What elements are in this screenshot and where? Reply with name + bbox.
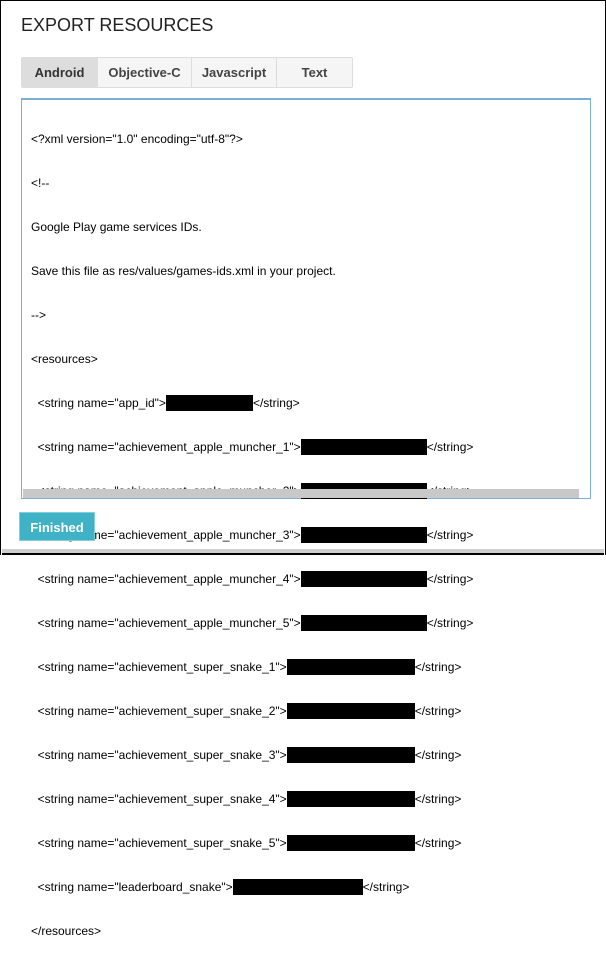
code-line: </resources>	[31, 924, 102, 938]
code-line: <string name="achievement_super_snake_5"…	[31, 835, 473, 851]
string-close: </string>	[414, 792, 462, 806]
export-dialog: EXPORT RESOURCES Android Objective-C Jav…	[0, 0, 606, 938]
code-line: <?xml version="1.0" encoding="utf-8"?>	[31, 132, 243, 146]
string-close: </string>	[414, 748, 462, 762]
finished-button[interactable]: Finished	[19, 512, 95, 541]
string-open: <string name="achievement_apple_muncher_…	[31, 616, 301, 630]
dialog-title: EXPORT RESOURCES	[21, 15, 214, 35]
bottom-divider	[2, 549, 604, 555]
code-line: <string name="leaderboard_snake"> </strin…	[31, 879, 473, 895]
redaction	[300, 439, 427, 455]
string-close: </string>	[362, 880, 410, 894]
redaction	[300, 615, 427, 631]
redaction	[300, 571, 427, 587]
redaction	[286, 747, 415, 763]
code-line: <string name="achievement_apple_muncher_…	[31, 615, 473, 631]
code-line: <string name="achievement_apple_muncher_…	[31, 571, 473, 587]
code-line: <string name="achievement_apple_muncher_…	[31, 439, 473, 455]
string-close: </string>	[426, 440, 474, 454]
code-line: <!--	[31, 176, 50, 190]
code-line: <string name="achievement_super_snake_4"…	[31, 791, 473, 807]
string-close: </string>	[414, 836, 462, 850]
string-close: </string>	[414, 704, 462, 718]
redaction	[286, 703, 415, 719]
code-line: <string name="achievement_super_snake_3"…	[31, 747, 473, 763]
string-close: </string>	[252, 396, 300, 410]
tab-android[interactable]: Android	[22, 58, 98, 87]
string-close: </string>	[426, 572, 474, 586]
string-open: <string name="achievement_apple_muncher_…	[31, 440, 301, 454]
redaction	[165, 395, 253, 411]
code-line: Google Play game services IDs.	[31, 220, 202, 234]
code-line: <string name="achievement_super_snake_2"…	[31, 703, 473, 719]
string-open: <string name="achievement_super_snake_3"…	[31, 748, 287, 762]
code-line: Save this file as res/values/games-ids.x…	[31, 264, 336, 278]
string-close: </string>	[426, 616, 474, 630]
string-open: <string name="app_id">	[31, 396, 166, 410]
code-line: <string name="achievement_super_snake_1"…	[31, 659, 473, 675]
string-open: <string name="achievement_super_snake_2"…	[31, 704, 287, 718]
code-line: <resources>	[31, 352, 98, 366]
string-open: <string name="leaderboard_snake">	[31, 880, 233, 894]
string-close: </string>	[426, 528, 474, 542]
string-close: </string>	[414, 660, 462, 674]
tab-text[interactable]: Text	[277, 58, 352, 87]
redaction	[286, 659, 415, 675]
string-open: <string name="achievement_super_snake_1"…	[31, 660, 287, 674]
string-open: <string name="achievement_super_snake_4"…	[31, 792, 287, 806]
platform-tabs: Android Objective-C Javascript Text	[21, 57, 353, 88]
string-open: <string name="achievement_super_snake_5"…	[31, 836, 287, 850]
code-textarea[interactable]: <?xml version="1.0" encoding="utf-8"?> <…	[21, 98, 591, 938]
code-line: <string name="app_id"> </string>	[31, 395, 473, 411]
redaction	[286, 835, 415, 851]
code-line: -->	[31, 308, 46, 322]
tab-javascript[interactable]: Javascript	[192, 58, 277, 87]
redaction	[286, 791, 415, 807]
tab-objective-c[interactable]: Objective-C	[98, 58, 192, 87]
redaction	[300, 527, 427, 543]
code-line: <string name="achievement_apple_muncher_…	[31, 527, 473, 543]
redaction	[232, 879, 363, 895]
string-open: <string name="achievement_apple_muncher_…	[31, 572, 301, 586]
horizontal-scrollbar[interactable]	[23, 489, 579, 498]
